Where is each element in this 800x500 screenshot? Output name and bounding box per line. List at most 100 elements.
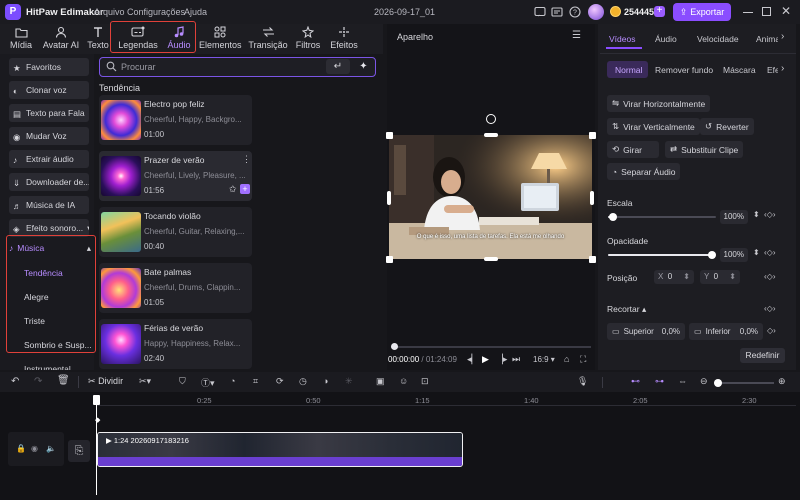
- resize-handle-left[interactable]: [387, 191, 391, 205]
- add-credits-button[interactable]: +: [654, 6, 665, 17]
- resize-handle-tl[interactable]: [386, 132, 393, 139]
- nav-triste[interactable]: Triste: [24, 316, 45, 326]
- opacity-value[interactable]: 100%: [720, 248, 748, 262]
- crop-bottom-field[interactable]: ▭ Inferior 0,0%: [689, 323, 763, 340]
- eye-icon[interactable]: ◉: [31, 444, 38, 453]
- volume-icon[interactable]: 🔈: [46, 444, 56, 453]
- subtab-efeito[interactable]: Efeito: [767, 65, 778, 75]
- add-track-button[interactable]: +: [240, 184, 250, 194]
- nav-instrumental[interactable]: Instrumental: [24, 364, 71, 370]
- face-icon[interactable]: ☺: [399, 376, 408, 386]
- speed-icon[interactable]: ◔: [230, 376, 235, 386]
- keyframe-icon[interactable]: ‹◇›: [764, 304, 775, 313]
- scale-value[interactable]: 100%: [720, 210, 748, 224]
- subtab-mascara[interactable]: Máscara: [723, 65, 756, 75]
- zoom-slider-knob[interactable]: [714, 379, 722, 387]
- nav-tendencia[interactable]: Tendência: [24, 268, 63, 278]
- link-icon[interactable]: ⊷: [631, 376, 640, 387]
- playhead-knob[interactable]: [391, 343, 398, 350]
- delete-icon[interactable]: 🗑: [57, 375, 70, 386]
- tab-legendas[interactable]: Legendas: [116, 24, 160, 54]
- split-button[interactable]: ✂ Dividir: [88, 376, 123, 387]
- help-icon[interactable]: ?: [569, 6, 581, 18]
- ai-sparkle-icon[interactable]: ✦: [356, 59, 371, 74]
- nav-alegre[interactable]: Alegre: [24, 292, 49, 302]
- resize-handle-br[interactable]: [589, 256, 596, 263]
- resize-handle-top[interactable]: [484, 133, 498, 137]
- play-icon[interactable]: ▶: [482, 354, 489, 365]
- close-icon[interactable]: ✕: [781, 4, 791, 18]
- subtab-normal[interactable]: Normal: [615, 65, 642, 75]
- position-y-field[interactable]: Y 0 ⬍: [700, 270, 740, 284]
- replace-clip-button[interactable]: ⇄ Substituir Clipe: [665, 141, 744, 158]
- crop-label[interactable]: Recortar ▴: [607, 304, 646, 315]
- nav-downloader[interactable]: ⇓ Downloader de...: [9, 173, 89, 191]
- maximize-icon[interactable]: [762, 7, 771, 16]
- tab-texto[interactable]: Texto: [86, 24, 110, 54]
- tab-midia[interactable]: Mídia: [4, 24, 38, 54]
- cover-icon[interactable]: ⎘: [68, 440, 90, 462]
- nav-clonar-voz[interactable]: ◐ Clonar voz: [9, 81, 89, 99]
- more-options-icon[interactable]: ⋮: [242, 154, 251, 165]
- export-frame-icon[interactable]: ⊡: [421, 376, 429, 387]
- shield-icon[interactable]: ⛉: [179, 376, 186, 387]
- audio-sync-icon[interactable]: ◑: [323, 376, 328, 386]
- menu-arquivo[interactable]: Arquivo: [94, 7, 125, 17]
- subtitle-tool-icon[interactable]: ▣: [376, 376, 385, 387]
- video-preview[interactable]: O que é isso, uma lista de tarefas. Ela …: [389, 135, 592, 259]
- redo-icon[interactable]: ↷: [34, 376, 42, 387]
- video-clip[interactable]: ▶ 1:24 20260917183216: [97, 432, 463, 467]
- separate-audio-button[interactable]: ◔ Separar Áudio: [607, 163, 681, 180]
- zoom-in-icon[interactable]: ⊕: [778, 376, 786, 387]
- tab-transicao[interactable]: Transição: [248, 24, 288, 54]
- resize-handle-bl[interactable]: [386, 256, 393, 263]
- crop-top-field[interactable]: ▭ Superior 0,0%: [607, 323, 685, 340]
- split-options-icon[interactable]: ✂▾: [139, 376, 151, 387]
- nav-extrair-audio[interactable]: ♪ Extrair áudio: [9, 150, 89, 168]
- opacity-stepper-icon[interactable]: ⬍: [753, 248, 760, 257]
- tab-efeitos[interactable]: Efeitos: [328, 24, 360, 54]
- keyframe-icon[interactable]: ‹◇›: [764, 272, 775, 281]
- nav-sombrio[interactable]: Sombrio e Susp...: [24, 340, 92, 350]
- freeze-icon[interactable]: ◷: [299, 376, 307, 387]
- user-avatar[interactable]: [588, 4, 604, 20]
- flip-vertical-button[interactable]: ⇅ Virar Verticalmente: [607, 118, 700, 135]
- reset-button[interactable]: Redefinir: [740, 348, 785, 363]
- tab-audio-props[interactable]: Áudio: [655, 34, 677, 44]
- export-button[interactable]: ⇪ Exportar: [673, 3, 731, 21]
- scale-stepper-icon[interactable]: ⬍: [753, 210, 760, 219]
- undo-icon[interactable]: ↶: [11, 376, 19, 387]
- magnet-icon[interactable]: ⊶: [655, 376, 664, 387]
- tab-velocidade[interactable]: Velocidade: [697, 34, 739, 44]
- text-tool-icon[interactable]: Ⓣ▾: [201, 376, 215, 389]
- flip-horizontal-button[interactable]: ⇋ Virar Horizontalmente: [607, 95, 711, 112]
- tab-animacao[interactable]: Animação: [756, 34, 778, 44]
- rotate-handle-icon[interactable]: [486, 114, 496, 124]
- menu-icon[interactable]: ☰: [572, 30, 581, 41]
- opacity-slider-knob[interactable]: [708, 251, 716, 259]
- rotate-button[interactable]: ⟲ Girar: [607, 141, 659, 158]
- enter-icon[interactable]: ↵: [326, 59, 350, 74]
- resize-handle-bottom[interactable]: [484, 257, 498, 261]
- fit-icon[interactable]: ⇔: [678, 376, 687, 386]
- tab-elementos[interactable]: Elementos: [199, 24, 242, 54]
- position-x-field[interactable]: X 0 ⬍: [654, 270, 694, 284]
- fullscreen-icon[interactable]: ⛶: [580, 354, 586, 365]
- menu-configuracoes[interactable]: Configurações: [127, 7, 185, 17]
- resize-handle-right[interactable]: [590, 191, 594, 205]
- keyframe-icon[interactable]: ‹◇›: [764, 210, 775, 219]
- favorite-star-icon[interactable]: ✩: [229, 184, 237, 195]
- zoom-slider-track[interactable]: [714, 382, 774, 384]
- subtab-scroll-icon[interactable]: ›: [781, 63, 784, 74]
- keyframe-icon[interactable]: ‹◇›: [764, 248, 775, 257]
- menu-ajuda[interactable]: Ajuda: [184, 7, 207, 17]
- resize-handle-tr[interactable]: [589, 132, 596, 139]
- scale-slider-track[interactable]: [608, 216, 716, 218]
- minimize-icon[interactable]: [743, 12, 753, 14]
- prev-frame-icon[interactable]: ◂▏: [467, 354, 478, 365]
- playhead-handle[interactable]: [93, 395, 100, 405]
- tab-avatar-ai[interactable]: Avatar AI: [40, 24, 82, 54]
- subtab-remover-fundo[interactable]: Remover fundo: [655, 65, 713, 75]
- tab-videos[interactable]: Vídeos: [609, 34, 635, 44]
- reverse-button[interactable]: ↺ Reverter: [700, 118, 754, 135]
